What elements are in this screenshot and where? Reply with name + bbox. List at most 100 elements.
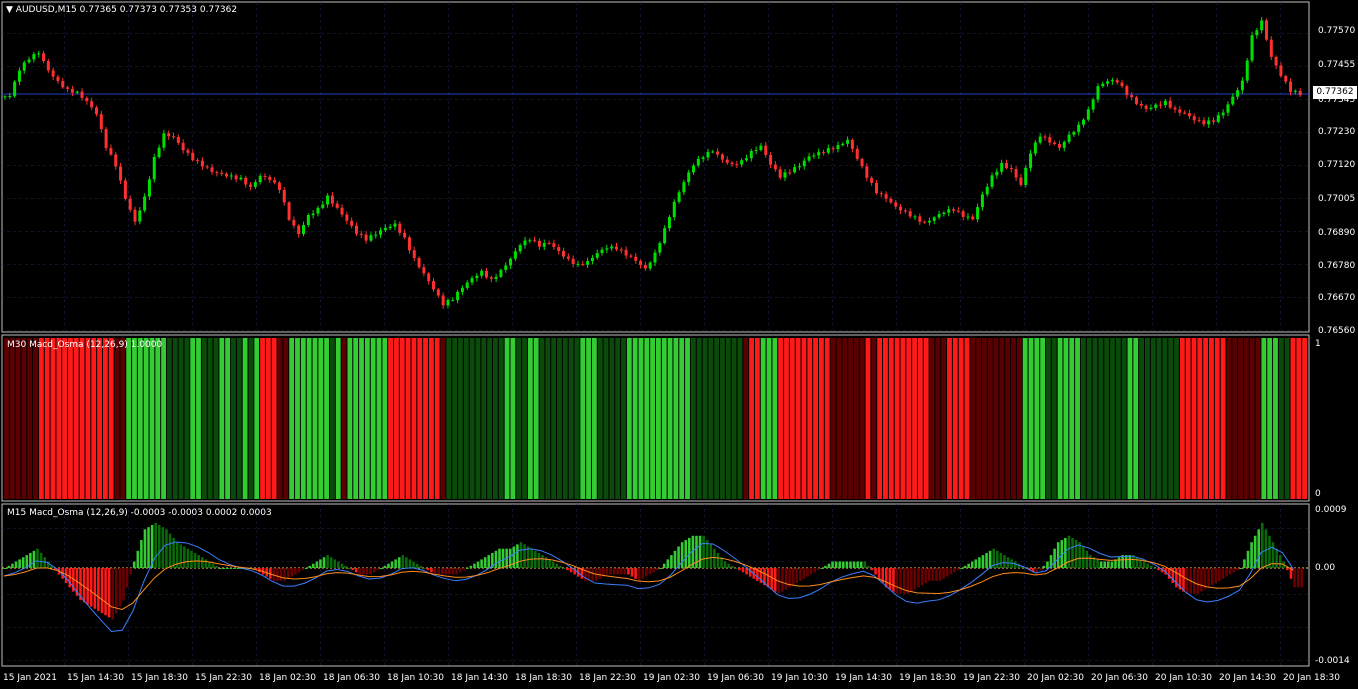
m30-bar (271, 338, 277, 499)
m15-hist-bar (978, 557, 981, 568)
m15-hist-bar (824, 565, 827, 568)
m30-bar (603, 338, 609, 499)
m15-hist-bar (645, 568, 648, 577)
m15-hist-bar (523, 544, 526, 568)
candle-body (297, 225, 301, 235)
dropdown-arrow-icon[interactable]: ▼ (6, 5, 13, 15)
m15-hist-bar (1110, 561, 1114, 568)
candle-body (1202, 120, 1206, 125)
m30-bar (1168, 338, 1174, 499)
m30-bar (1121, 338, 1127, 499)
m30-bar (201, 338, 207, 499)
m30-bar (330, 338, 335, 499)
m15-hist-bar (659, 568, 662, 569)
m15-hist-bar (483, 557, 487, 568)
candle-body (961, 211, 965, 217)
chart-window[interactable] (0, 0, 1358, 689)
candle-body (566, 256, 570, 259)
m30-bar (1302, 338, 1307, 499)
m15-hist-bar (419, 565, 423, 568)
m15-hist-bar (236, 568, 240, 569)
m15-hist-bar (605, 568, 609, 575)
candle-body (456, 291, 460, 301)
candle-body (465, 282, 469, 288)
m15-hist-bar (29, 552, 32, 568)
candle-body (345, 214, 349, 221)
candle-body (927, 220, 931, 223)
m30-bar (15, 338, 21, 499)
symbol-header[interactable]: ▼ AUDUSD,M15 0.77365 0.77373 0.77353 0.7… (6, 5, 237, 15)
m30-bar (1197, 338, 1203, 499)
candle-body (985, 186, 989, 195)
m30-bar (137, 338, 143, 499)
m30-bar (388, 338, 394, 499)
candle-body (937, 214, 941, 218)
price-tick: 0.77570 (1318, 26, 1356, 36)
m30-bar (673, 338, 679, 499)
candle-body (1192, 116, 1196, 121)
m15-hist-bar (473, 563, 476, 568)
m15-hist-bar (974, 559, 978, 568)
m30-bar (819, 338, 824, 499)
m15-hist-bar (448, 568, 451, 575)
candle-body (822, 152, 826, 154)
time-tick: 18 Jan 14:30 (451, 673, 508, 683)
candle-body (475, 275, 479, 279)
candle-body (716, 151, 720, 155)
candle-body (923, 221, 927, 223)
m30-bar (1034, 338, 1040, 499)
m30-bar (929, 338, 935, 499)
m15-hist-bar (956, 568, 960, 571)
m30-bar (97, 338, 102, 499)
m15-hist-bar (655, 568, 659, 571)
m15-hist-bar (358, 568, 362, 575)
m15-hist-bar (770, 568, 773, 590)
candle-body (942, 212, 946, 215)
m30-bar (1179, 338, 1185, 499)
m15-hist-bar (820, 568, 824, 569)
candle-body (769, 154, 773, 165)
m15-hist-bar (333, 559, 337, 568)
m30-bar (522, 338, 527, 499)
m15-hist-bar (662, 563, 666, 568)
current-price-tag: 0.77362 (1313, 86, 1357, 99)
m30-bar (1063, 338, 1069, 499)
candle-body (672, 201, 676, 218)
m15-hist-bar (1200, 568, 1203, 592)
candle-body (783, 172, 787, 178)
candle-body (846, 139, 850, 144)
candle-body (1115, 80, 1119, 83)
m15-hist-bar (183, 546, 186, 568)
candle-body (114, 154, 118, 167)
candle-body (200, 160, 204, 167)
m30-bar (300, 338, 306, 499)
m30-bar (487, 338, 492, 499)
m30-bar (510, 338, 516, 499)
m15-hist-bar (93, 568, 97, 609)
candle-body (1221, 112, 1225, 116)
m15-hist-bar (18, 559, 21, 568)
candle-body (817, 152, 821, 156)
candle-body (407, 237, 411, 251)
m15-hist-bar (308, 565, 311, 568)
candle-body (639, 260, 643, 266)
m15-hist-bar (895, 568, 899, 594)
m15-hist-bar (1124, 555, 1128, 568)
m15-hist-bar (734, 568, 738, 569)
candle-body (123, 180, 127, 199)
time-tick: 18 Jan 06:30 (323, 673, 380, 683)
m30-bar (1051, 338, 1057, 499)
candle-body (889, 198, 893, 203)
m15-hist-bar (870, 568, 874, 571)
m30-bar (533, 338, 539, 499)
m15-hist-bar (125, 568, 129, 588)
m30-bar (1174, 338, 1179, 499)
candle-body (1082, 119, 1086, 125)
m30-bar (277, 338, 283, 499)
candle-body (773, 164, 777, 170)
candle-body (273, 180, 277, 183)
m15-hist-bar (1185, 568, 1189, 594)
m15-hist-bar (935, 568, 938, 581)
m30-bar (656, 338, 661, 499)
candle-body (518, 245, 522, 252)
